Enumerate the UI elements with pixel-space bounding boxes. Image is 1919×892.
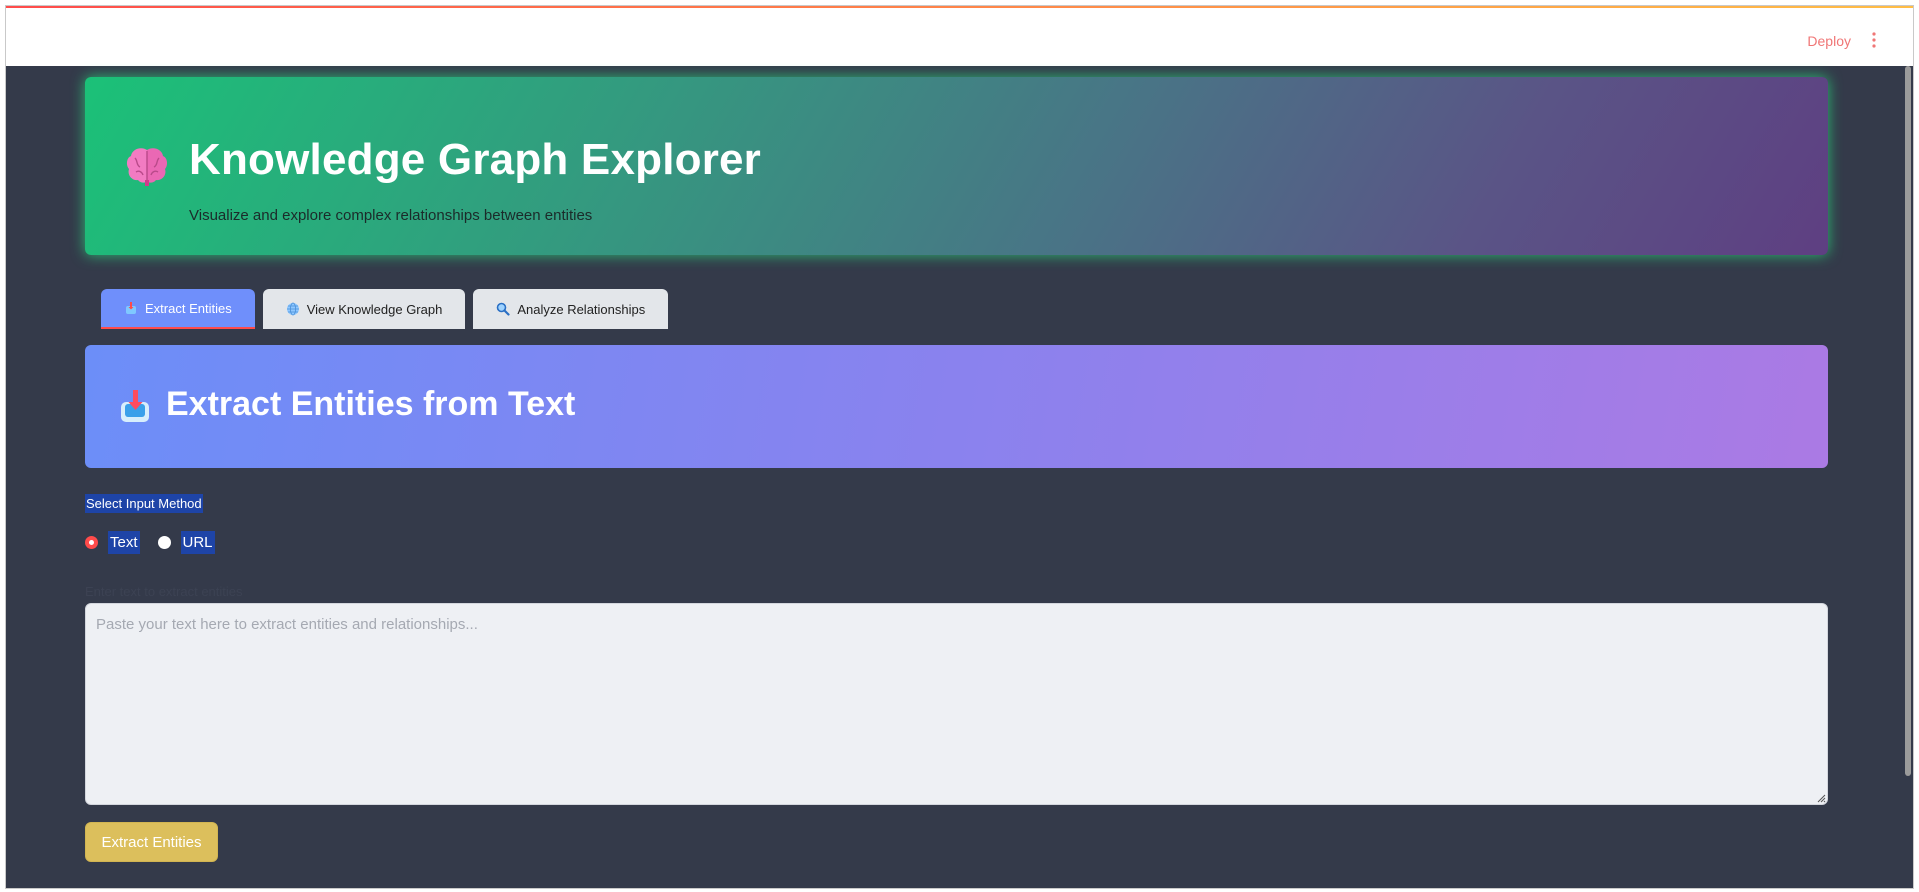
magnifier-icon xyxy=(497,302,510,316)
inbox-tray-icon xyxy=(121,390,149,422)
tab-analyze-relationships[interactable]: Analyze Relationships xyxy=(473,289,669,329)
deploy-button[interactable]: Deploy xyxy=(1807,33,1851,49)
radio-option-text[interactable]: Text xyxy=(85,531,140,554)
inbox-tray-icon xyxy=(126,302,136,314)
kebab-menu-icon[interactable] xyxy=(1871,30,1877,50)
resize-handle-icon[interactable] xyxy=(1816,793,1826,803)
page-subtitle: Visualize and explore complex relationsh… xyxy=(189,207,593,224)
page-scrollbar[interactable] xyxy=(1905,66,1911,776)
tab-view-knowledge-graph[interactable]: View Knowledge Graph xyxy=(262,289,466,329)
section-title: Extract Entities from Text xyxy=(166,385,576,423)
extract-entities-button[interactable]: Extract Entities xyxy=(85,822,218,862)
text-input-area[interactable] xyxy=(85,603,1828,805)
globe-icon xyxy=(286,302,299,316)
radio-selected-indicator[interactable] xyxy=(85,536,98,549)
radio-indicator[interactable] xyxy=(157,536,171,549)
tab-bar: Extract Entities View Knowledge Graph An… xyxy=(101,289,669,329)
app-header: Deploy xyxy=(6,8,1913,66)
tab-label: Analyze Relationships xyxy=(517,301,646,317)
section-header: Extract Entities from Text xyxy=(85,345,1828,468)
brain-icon xyxy=(126,148,168,186)
radio-option-label: Text xyxy=(108,531,140,554)
tab-label: View Knowledge Graph xyxy=(306,301,443,317)
tab-extract-entities[interactable]: Extract Entities xyxy=(101,289,255,329)
radio-option-url[interactable]: URL xyxy=(157,531,215,554)
input-method-radio-group: Text URL xyxy=(85,531,233,554)
tab-label: Extract Entities xyxy=(145,300,232,316)
radio-option-label: URL xyxy=(180,531,215,554)
text-input-label: Enter text to extract entities xyxy=(85,584,243,599)
page-title: Knowledge Graph Explorer xyxy=(189,135,762,184)
app-window: Deploy Knowledge Graph Explorer Visualiz… xyxy=(5,5,1914,889)
input-method-label: Select Input Method xyxy=(85,494,203,513)
hero-banner: Knowledge Graph Explorer Visualize and e… xyxy=(85,77,1828,255)
